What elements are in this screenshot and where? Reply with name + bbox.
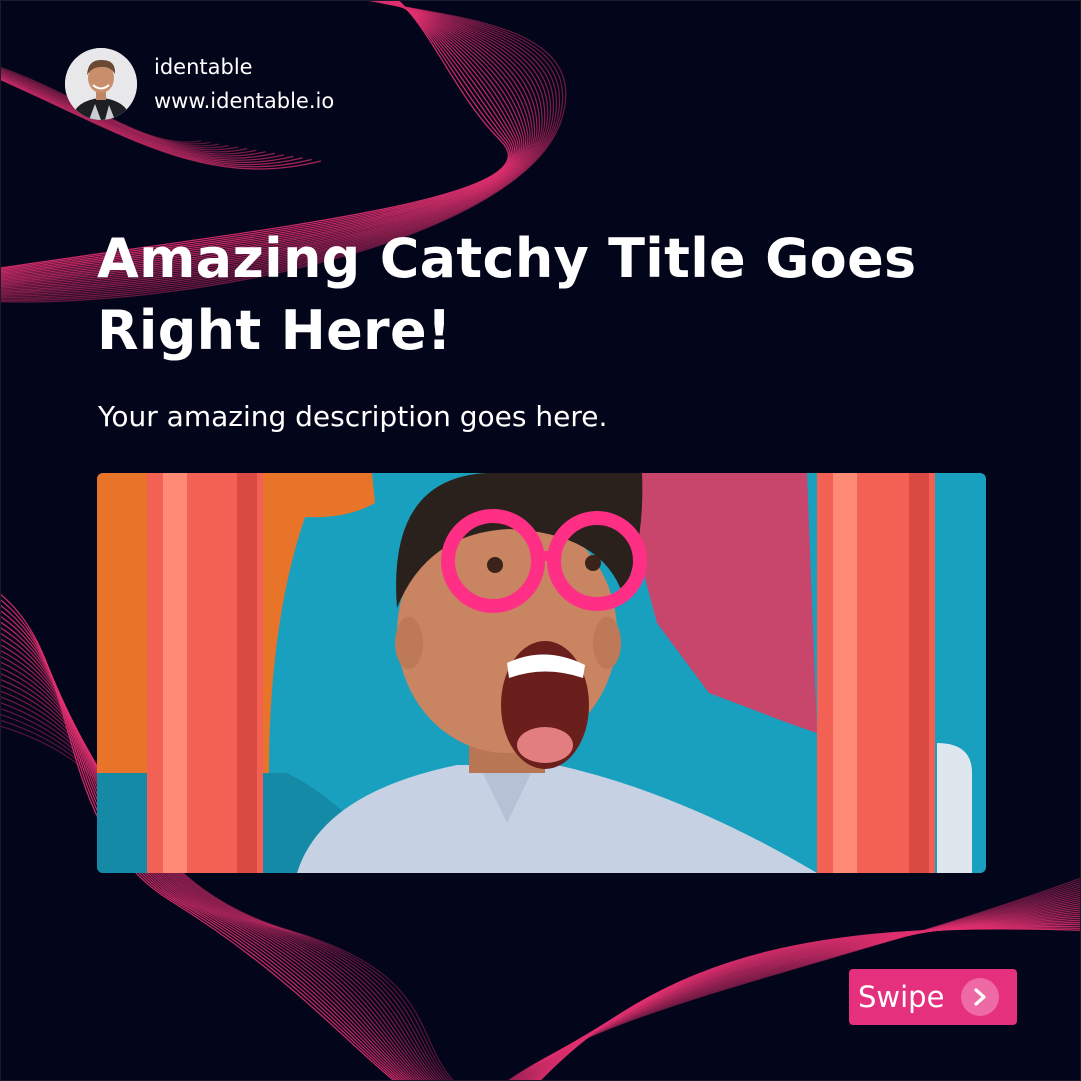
carousel-slide: identable www.identable.io Amazing Catch…: [0, 0, 1081, 1081]
swipe-button[interactable]: Swipe: [849, 969, 1017, 1025]
profile-name: identable: [154, 55, 253, 79]
page-title: Amazing Catchy Title Goes Right Here!: [97, 227, 917, 362]
chevron-right-icon: [961, 978, 1000, 1016]
swipe-button-label: Swipe: [858, 980, 945, 1014]
avatar: [65, 48, 137, 120]
description-text: Your amazing description goes here.: [98, 400, 608, 433]
profile-header: identable www.identable.io: [65, 48, 334, 120]
profile-website: www.identable.io: [154, 89, 335, 113]
profile-text: identable www.identable.io: [154, 50, 334, 118]
hero-image: [97, 473, 986, 873]
